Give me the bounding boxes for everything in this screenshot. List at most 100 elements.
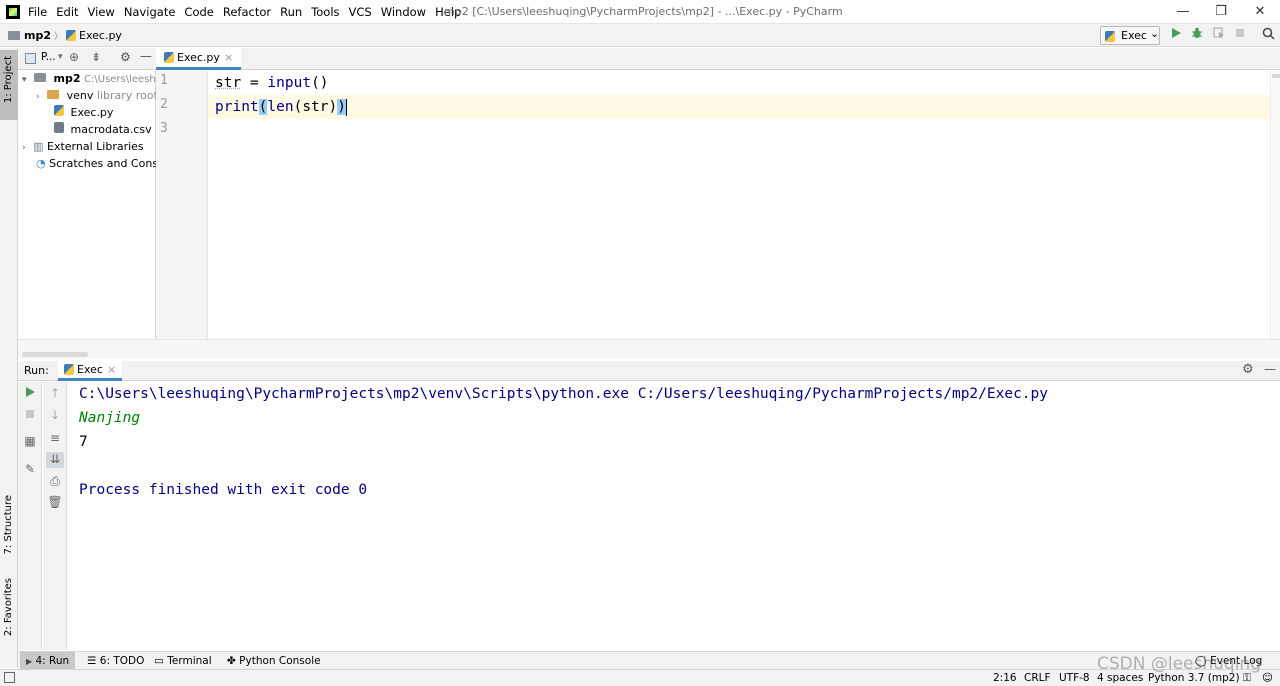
run-toolbar: ▦ ✎ xyxy=(18,382,42,650)
favorites-tool-button[interactable]: 2: Favorites xyxy=(3,578,14,636)
minimize-button[interactable]: — xyxy=(1163,0,1203,24)
text-caret xyxy=(346,99,347,116)
coverage-icon[interactable] xyxy=(1211,27,1227,43)
python-file-icon xyxy=(66,30,76,41)
breadcrumb-separator: 〉 xyxy=(54,29,63,42)
status-bar: 2:16 CRLF UTF-8 4 spaces Python 3.7 (mp2… xyxy=(0,669,1280,686)
toggle-tool-windows-icon[interactable] xyxy=(4,672,15,683)
menu-window[interactable]: Window xyxy=(381,5,426,19)
tree-item-root[interactable]: ▾ mp2 C:\Users\leeshuq xyxy=(22,70,168,87)
folder-icon xyxy=(34,73,46,82)
error-stripe xyxy=(1270,71,1280,339)
bottom-tool-bar: ▶ 4: Run ☰ 6: TODO ▭ Terminal ✤ Python C… xyxy=(18,651,1280,670)
run-title: Run: xyxy=(24,364,49,377)
editor-gutter: 1 2 3 xyxy=(156,71,208,339)
tree-item-external-libraries[interactable]: › ▥ External Libraries xyxy=(22,138,144,155)
tab-exec-py[interactable]: Exec.py × xyxy=(156,48,241,70)
menu-navigate[interactable]: Navigate xyxy=(124,5,176,19)
arrow-up-icon[interactable]: ↑ xyxy=(43,386,67,400)
horizontal-scrollbar[interactable] xyxy=(22,352,88,357)
run-config-select[interactable]: Exec ⌄ xyxy=(1100,26,1160,45)
left-tool-strip xyxy=(0,48,18,668)
menu-view[interactable]: View xyxy=(88,5,115,19)
menu-run[interactable]: Run xyxy=(280,5,302,19)
project-view-selector[interactable]: P... xyxy=(41,51,56,63)
scroll-to-end-icon[interactable]: ⇊ xyxy=(46,452,64,468)
menu-edit[interactable]: Edit xyxy=(56,5,78,19)
breadcrumb-file[interactable]: Exec.py xyxy=(79,29,122,42)
caret-position[interactable]: 2:16 xyxy=(993,670,1017,686)
tree-item-venv[interactable]: › venv library root xyxy=(36,87,158,104)
tree-scratches-label: Scratches and Consol xyxy=(49,157,168,170)
menu-refactor[interactable]: Refactor xyxy=(223,5,271,19)
menu-code[interactable]: Code xyxy=(184,5,213,19)
close-tab-icon[interactable]: × xyxy=(107,363,116,376)
line-number: 1 xyxy=(160,73,180,88)
breadcrumb-project[interactable]: mp2 xyxy=(24,29,51,42)
project-tool-button[interactable]: 1: Project xyxy=(0,50,18,120)
menu-tools[interactable]: Tools xyxy=(311,5,339,19)
gear-icon[interactable]: ⚙ xyxy=(1242,362,1254,377)
chevron-down-icon: ▾ xyxy=(22,75,27,85)
tab-label: Exec.py xyxy=(177,48,220,68)
search-icon[interactable] xyxy=(1260,27,1276,43)
code-line-1: str = input() xyxy=(215,71,329,95)
gear-icon[interactable]: ⚙ xyxy=(120,50,131,64)
close-window-button[interactable]: ✕ xyxy=(1240,0,1280,24)
tree-item-exec[interactable]: Exec.py xyxy=(54,104,113,121)
editor-bottom-area xyxy=(18,339,1280,359)
restore-button[interactable]: ❐ xyxy=(1201,0,1241,24)
csv-file-icon xyxy=(54,122,64,133)
hide-panel-icon[interactable]: — xyxy=(140,49,152,63)
code-editor[interactable]: str = input() print(len(str)) xyxy=(208,71,1270,339)
todo-tool-label: 6: TODO xyxy=(100,655,145,667)
tree-item-scratches[interactable]: ◔ Scratches and Consol xyxy=(36,155,168,172)
title-bar: File Edit View Navigate Code Refactor Ru… xyxy=(0,0,1280,24)
close-tab-icon[interactable]: × xyxy=(224,48,233,68)
caret-row-highlight xyxy=(208,95,1270,119)
line-separator[interactable]: CRLF xyxy=(1024,670,1051,686)
collapse-all-icon[interactable]: ⇟ xyxy=(91,50,101,64)
structure-tool-button[interactable]: 7: Structure xyxy=(3,495,14,554)
file-encoding[interactable]: UTF-8 xyxy=(1059,670,1090,686)
todo-icon: ☰ xyxy=(87,655,96,667)
tree-venv-label: venv xyxy=(67,89,94,102)
project-tool-label: 1: Project xyxy=(3,56,14,103)
breadcrumb: mp2 〉 Exec.py xyxy=(8,24,122,47)
editor-tab-bar: Exec.py × xyxy=(156,48,1280,70)
python-file-icon xyxy=(64,364,74,375)
folder-icon xyxy=(47,90,59,99)
stop-icon[interactable] xyxy=(1232,27,1248,43)
tree-csv-label: macrodata.csv xyxy=(71,123,152,136)
watermark: CSDN @leeshuqing xyxy=(1097,654,1261,674)
console-command: C:\Users\leeshuqing\PycharmProjects\mp2\… xyxy=(79,382,1048,406)
run-icon[interactable] xyxy=(1168,27,1184,43)
run-tool-label: 4: Run xyxy=(36,655,70,667)
tab-run-exec[interactable]: Exec × xyxy=(58,361,122,381)
python-file-icon xyxy=(54,105,64,116)
python-file-icon xyxy=(1105,31,1115,42)
console-output[interactable]: C:\Users\leeshuqing\PycharmProjects\mp2\… xyxy=(68,382,1280,650)
line-number: 3 xyxy=(160,121,180,136)
pycharm-logo-icon xyxy=(6,5,20,19)
inspection-icon[interactable]: ☺ xyxy=(1262,670,1273,686)
rerun-icon[interactable] xyxy=(18,386,42,400)
tree-item-csv[interactable]: macrodata.csv xyxy=(54,121,152,138)
python-console-label: Python Console xyxy=(239,655,320,667)
locate-file-icon[interactable]: ⊕ xyxy=(69,50,79,64)
layout-icon[interactable]: ▦ xyxy=(18,434,42,448)
window-title: mp2 [C:\Users\leeshuqing\PycharmProjects… xyxy=(444,0,843,24)
hide-panel-icon[interactable]: — xyxy=(1264,362,1276,376)
menu-vcs[interactable]: VCS xyxy=(349,5,372,19)
tree-external-label: External Libraries xyxy=(47,140,144,153)
trash-icon[interactable]: 🗑 xyxy=(43,495,67,509)
menu-file[interactable]: File xyxy=(28,5,47,19)
code-line-2: print(len(str)) xyxy=(215,95,347,119)
print-icon[interactable]: ⎙ xyxy=(43,474,67,489)
stop-icon[interactable] xyxy=(18,408,42,422)
arrow-down-icon[interactable]: ↓ xyxy=(43,408,67,422)
pin-icon[interactable]: ✎ xyxy=(18,462,42,476)
debug-icon[interactable] xyxy=(1189,27,1205,43)
chevron-down-icon: ⌄ xyxy=(1150,25,1159,42)
soft-wrap-icon[interactable]: ≡ xyxy=(43,431,67,445)
